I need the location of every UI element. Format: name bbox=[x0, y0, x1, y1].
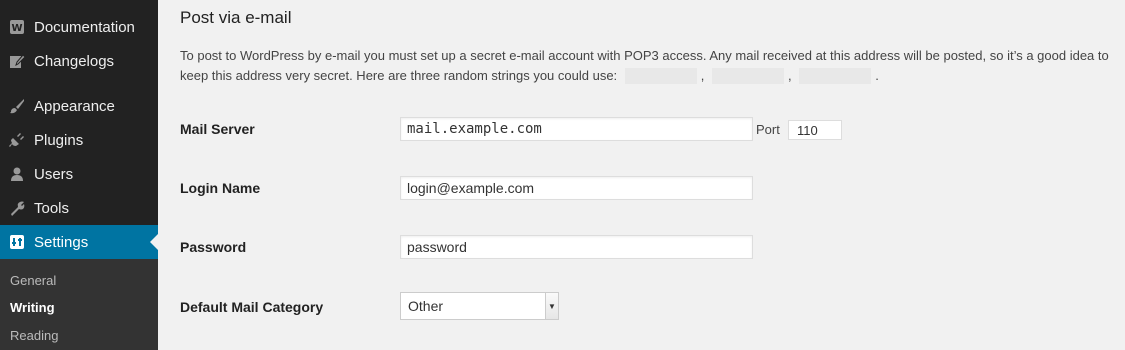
port-input[interactable] bbox=[788, 120, 842, 140]
sidebar-item-label: Plugins bbox=[34, 131, 84, 149]
default-mail-category-select[interactable]: Other ▼ bbox=[400, 292, 559, 320]
sidebar-item-label: Documentation bbox=[34, 18, 135, 36]
random-string-3 bbox=[799, 67, 872, 84]
sidebar-item-label: Users bbox=[34, 165, 74, 183]
sidebar-item-settings[interactable]: Settings bbox=[0, 225, 158, 259]
sidebar-item-tools[interactable]: Tools bbox=[0, 191, 158, 225]
svg-text:W: W bbox=[11, 23, 22, 34]
submenu-item-general[interactable]: General bbox=[10, 273, 56, 288]
sidebar-item-plugins[interactable]: Plugins bbox=[0, 123, 158, 157]
random-string-1 bbox=[624, 67, 697, 84]
main-content: Post via e-mail To post to WordPress by … bbox=[158, 0, 1125, 350]
sidebar-item-appearance[interactable]: Appearance bbox=[0, 89, 158, 123]
port-label: Port bbox=[756, 122, 780, 137]
selected-value: Other bbox=[408, 298, 444, 314]
sidebar-item-label: Appearance bbox=[34, 97, 115, 115]
separator: , bbox=[700, 68, 705, 83]
sidebar-item-label: Changelogs bbox=[34, 52, 115, 70]
mail-server-label: Mail Server bbox=[180, 121, 255, 137]
password-input[interactable] bbox=[400, 235, 753, 259]
chevron-down-icon[interactable]: ▼ bbox=[545, 293, 558, 319]
plugin-icon bbox=[0, 132, 34, 148]
submenu-item-reading[interactable]: Reading bbox=[10, 328, 58, 343]
edit-icon bbox=[0, 53, 34, 69]
sidebar-item-label: Settings bbox=[34, 233, 89, 251]
password-label: Password bbox=[180, 239, 247, 255]
separator: , bbox=[788, 68, 792, 83]
default-mail-category-label: Default Mail Category bbox=[180, 299, 324, 315]
paintbrush-icon bbox=[0, 98, 34, 114]
login-name-input[interactable] bbox=[400, 176, 753, 200]
random-string-2 bbox=[712, 67, 785, 84]
section-description: To post to WordPress by e-mail you must … bbox=[180, 46, 1115, 86]
admin-sidebar: W Documentation Changelogs Appearance Pl… bbox=[0, 0, 158, 350]
sidebar-item-label: Tools bbox=[34, 199, 70, 217]
section-title: Post via e-mail bbox=[180, 8, 292, 27]
settings-submenu: General Writing Reading bbox=[0, 259, 158, 350]
documentation-icon: W bbox=[0, 19, 34, 35]
wrench-icon bbox=[0, 200, 34, 216]
settings-icon bbox=[0, 234, 34, 250]
active-indicator bbox=[150, 234, 158, 250]
mail-server-input[interactable] bbox=[400, 117, 753, 141]
users-icon bbox=[0, 166, 34, 182]
submenu-item-writing[interactable]: Writing bbox=[10, 300, 55, 315]
sidebar-item-changelogs[interactable]: Changelogs bbox=[0, 44, 158, 78]
sidebar-item-users[interactable]: Users bbox=[0, 157, 158, 191]
end-punctuation: . bbox=[875, 68, 879, 83]
sidebar-item-documentation[interactable]: W Documentation bbox=[0, 10, 158, 44]
login-name-label: Login Name bbox=[180, 180, 261, 196]
